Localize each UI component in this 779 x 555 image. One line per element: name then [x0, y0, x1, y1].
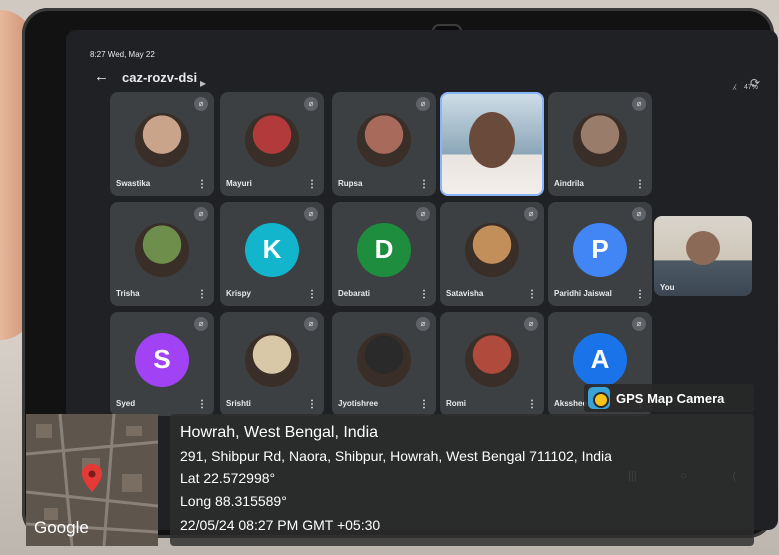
self-face [686, 231, 720, 265]
participant-name: Krispy [226, 289, 251, 298]
gps-city: Howrah, West Bengal, India [180, 424, 379, 441]
mic-off-icon: ⌀ [524, 317, 538, 331]
more-options-icon[interactable]: ⋮ [197, 289, 207, 300]
participant-tile[interactable]: ⌀ Swastika ⋮ [110, 92, 214, 196]
participant-tile[interactable]: ⌀ Romi ⋮ [440, 312, 544, 416]
participant-tile[interactable]: S ⌀ Syed ⋮ [110, 312, 214, 416]
avatar [245, 332, 299, 387]
gps-longitude: Long 88.315589° [180, 493, 287, 509]
participant-face [469, 111, 515, 168]
participant-tile[interactable]: ⌀ Trisha ⋮ [110, 202, 214, 306]
gps-latitude: Lat 22.572998° [180, 470, 276, 486]
avatar [573, 112, 627, 167]
participant-name: Aindrila [554, 179, 584, 188]
participant-name: Trisha [116, 289, 140, 298]
chevron-right-icon[interactable]: ▸ [200, 76, 206, 90]
more-options-icon[interactable]: ⋮ [635, 179, 645, 190]
avatar [135, 222, 189, 277]
gps-map-thumbnail: Google [26, 414, 158, 546]
avatar [135, 112, 189, 167]
self-name: You [660, 283, 675, 292]
participant-name: Syed [116, 399, 136, 408]
more-options-icon[interactable]: ⋮ [197, 399, 207, 410]
mic-off-icon: ⌀ [194, 97, 208, 111]
more-options-icon[interactable]: ⋮ [635, 289, 645, 300]
participant-name: Rupsa [338, 179, 363, 188]
more-options-icon[interactable]: ⋮ [527, 289, 537, 300]
mic-off-icon: ⌀ [632, 207, 646, 221]
switch-camera-icon[interactable]: ⟳ [750, 76, 760, 90]
gps-datetime: 22/05/24 08:27 PM GMT +05:30 [180, 517, 381, 533]
participant-tile[interactable]: ⌀ Jyotishree ⋮ [332, 312, 436, 416]
status-time: 8:27 Wed, May 22 [90, 50, 155, 59]
avatar: A [573, 332, 627, 387]
participant-tile[interactable]: K ⌀ Krispy ⋮ [220, 202, 324, 306]
more-options-icon[interactable]: ⋮ [527, 399, 537, 410]
mic-off-icon: ⌀ [304, 317, 318, 331]
mic-off-icon: ⌀ [194, 317, 208, 331]
more-options-icon[interactable]: ⋮ [419, 179, 429, 190]
avatar [357, 332, 411, 387]
participant-name: Mayuri [226, 179, 252, 188]
mic-off-icon: ⌀ [194, 207, 208, 221]
participant-name: Srishti [226, 399, 251, 408]
participant-name: Swastika [116, 179, 151, 188]
avatar: K [245, 222, 299, 277]
mic-off-icon: ⌀ [632, 97, 646, 111]
self-view-tile[interactable]: You [654, 216, 752, 296]
more-options-icon[interactable]: ⋮ [419, 399, 429, 410]
gps-info-panel: Howrah, West Bengal, India 291, Shibpur … [170, 414, 754, 546]
more-options-icon[interactable]: ⋮ [197, 179, 207, 190]
avatar: P [573, 222, 627, 277]
mic-off-icon: ⌀ [416, 97, 430, 111]
participant-tile[interactable]: ⌀ Mayuri ⋮ [220, 92, 324, 196]
participant-name: Romi [446, 399, 466, 408]
gps-camera-icon [588, 387, 610, 409]
participant-tile[interactable]: D ⌀ Debarati ⋮ [332, 202, 436, 306]
participant-name: Satavisha [446, 289, 484, 298]
participant-name: Paridhi Jaiswal [554, 289, 612, 298]
mic-off-icon: ⌀ [416, 207, 430, 221]
participant-tile[interactable]: ⌀ Rupsa ⋮ [332, 92, 436, 196]
avatar [465, 222, 519, 277]
mic-off-icon: ⌀ [632, 317, 646, 331]
gps-address: 291, Shibpur Rd, Naora, Shibpur, Howrah,… [180, 448, 612, 464]
more-options-icon[interactable]: ⋮ [307, 399, 317, 410]
more-options-icon[interactable]: ⋮ [307, 289, 317, 300]
bluetooth-icon[interactable]: ⁁ [733, 76, 736, 90]
avatar [357, 112, 411, 167]
gps-brand-badge: GPS Map Camera [584, 384, 754, 412]
mic-off-icon: ⌀ [416, 317, 430, 331]
avatar [465, 332, 519, 387]
gps-brand-label: GPS Map Camera [616, 390, 725, 406]
participant-name: Debarati [338, 289, 371, 298]
arrow-left-icon[interactable]: ← [94, 68, 109, 85]
more-options-icon[interactable]: ⋮ [307, 179, 317, 190]
mic-off-icon: ⌀ [524, 207, 538, 221]
participant-tile[interactable]: P ⌀ Paridhi Jaiswal ⋮ [548, 202, 652, 306]
participant-tile[interactable]: ⌀ Satavisha ⋮ [440, 202, 544, 306]
participant-tile[interactable] [440, 92, 544, 196]
participant-name: Jyotishree [338, 399, 379, 408]
participant-tile[interactable]: ⌀ Srishti ⋮ [220, 312, 324, 416]
avatar [245, 112, 299, 167]
avatar: S [135, 332, 189, 387]
mic-off-icon: ⌀ [304, 97, 318, 111]
avatar: D [357, 222, 411, 277]
map-attribution: Google [34, 518, 89, 537]
participant-name: Aksshee [554, 399, 587, 408]
more-options-icon[interactable]: ⋮ [419, 289, 429, 300]
participant-tile[interactable]: ⌀ Aindrila ⋮ [548, 92, 652, 196]
mic-off-icon: ⌀ [304, 207, 318, 221]
meeting-code[interactable]: caz-rozv-dsi [122, 70, 197, 85]
